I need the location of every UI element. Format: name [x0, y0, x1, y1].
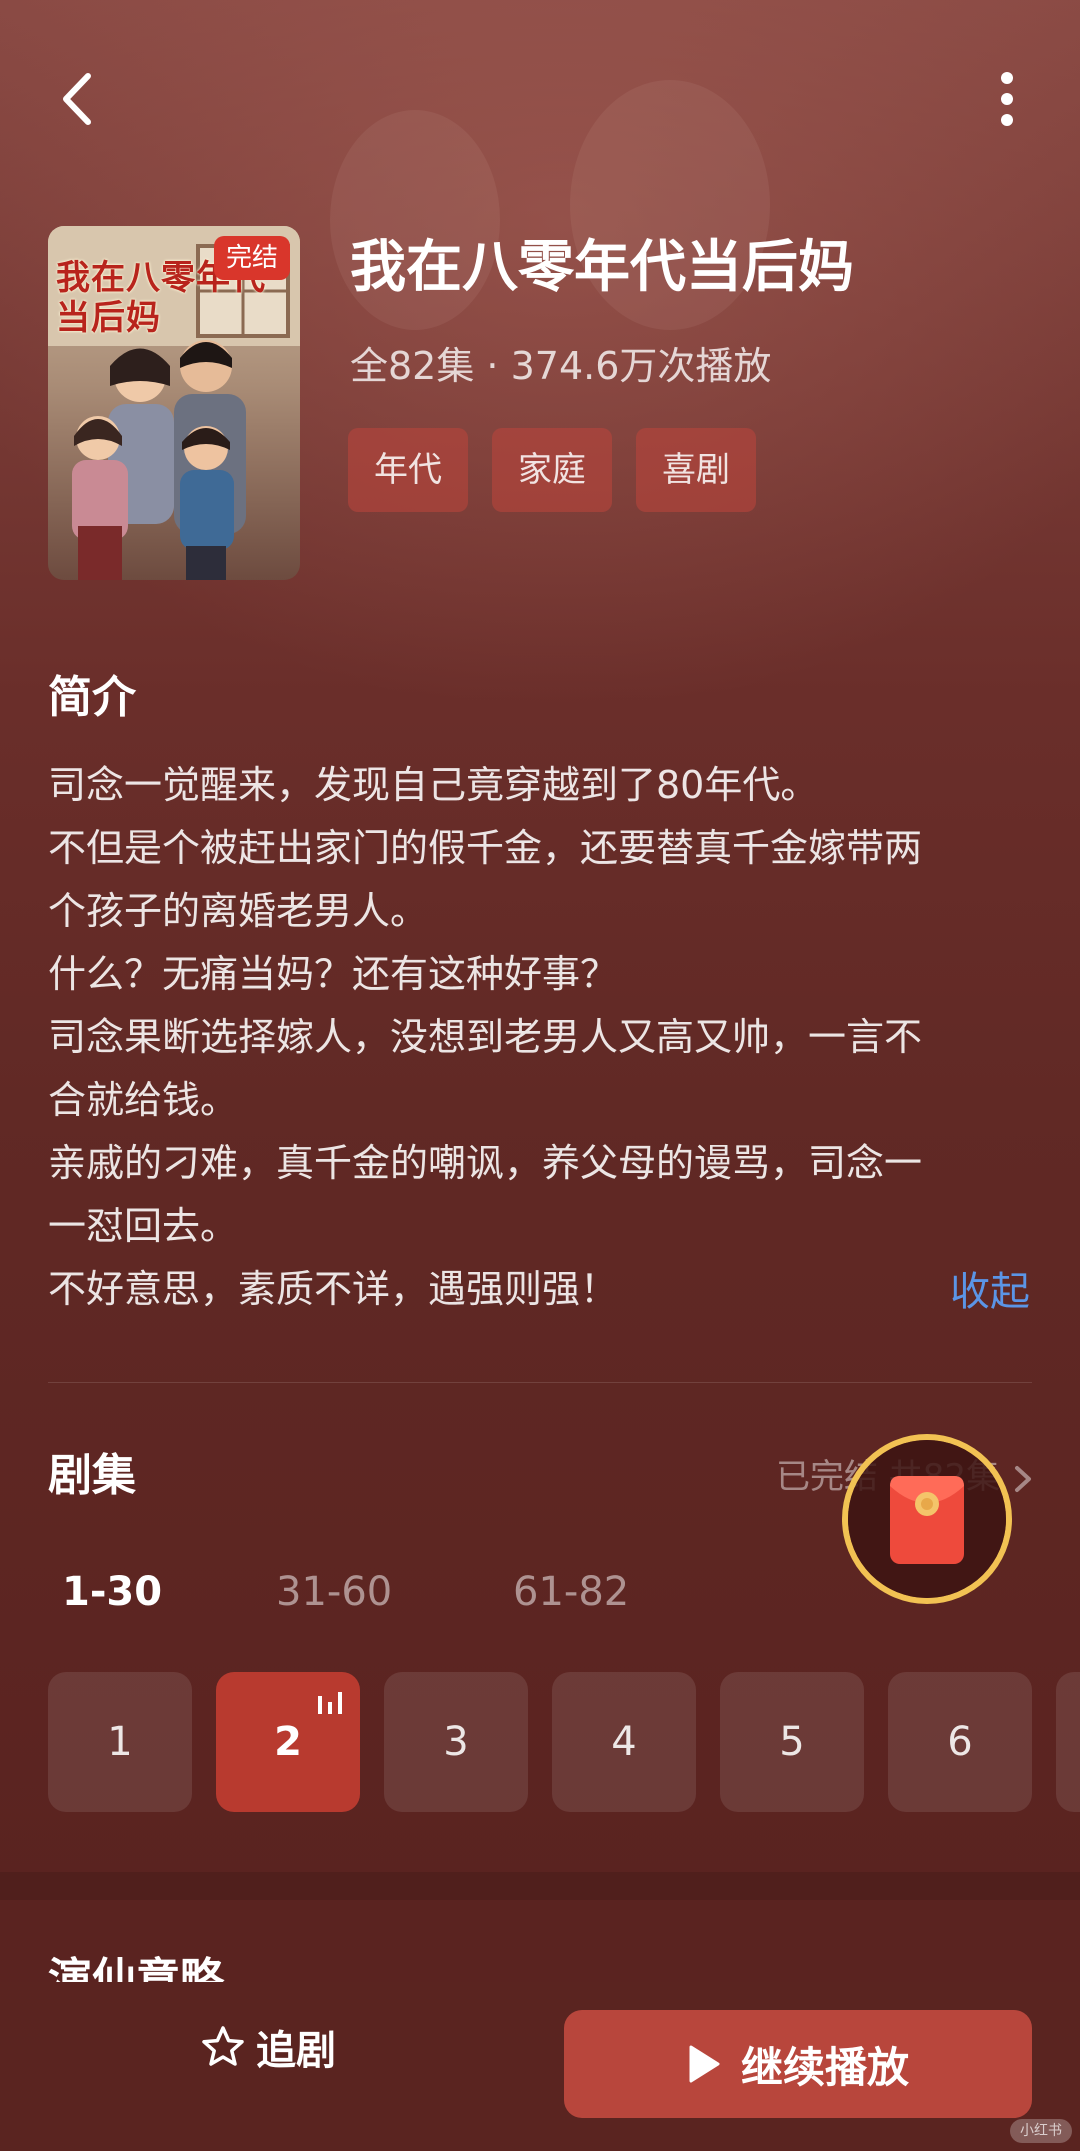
synopsis-line: 合就给钱。	[48, 1078, 239, 1122]
episode-button-3[interactable]: 3	[384, 1672, 528, 1812]
equalizer-icon	[318, 1692, 342, 1714]
next-section-heading: 演仙意略	[48, 1950, 448, 1982]
more-vertical-icon	[1001, 72, 1013, 126]
next-section-title: 演仙意略	[48, 1954, 224, 1982]
show-poster[interactable]: 我在八零年代当后妈 完结	[48, 226, 300, 580]
synopsis-text: 司念一觉醒来，发现自己竟穿越到了80年代。 不但是个被赶出家门的假千金，还要替真…	[48, 754, 1038, 1321]
section-separator-band	[0, 1872, 1080, 1900]
episode-number: 2	[274, 1719, 302, 1765]
show-meta: 全82集 · 374.6万次播放	[350, 344, 772, 388]
episode-button-6[interactable]: 6	[888, 1672, 1032, 1812]
continue-play-button[interactable]: 继续播放	[564, 2010, 1032, 2118]
range-tab-61-82[interactable]: 61-82	[513, 1562, 629, 1622]
synopsis-line: 不好意思，素质不详，遇强则强！	[48, 1267, 619, 1311]
synopsis-line: 一怼回去。	[48, 1204, 239, 1248]
synopsis-line: 亲戚的刁难，真千金的嘲讽，养父母的谩骂，司念一	[48, 1141, 923, 1185]
watermark: 小红书	[1010, 2119, 1072, 2143]
top-bar	[0, 0, 1080, 200]
show-title: 我在八零年代当后妈	[350, 235, 854, 300]
episode-button-2-current[interactable]: 2	[216, 1672, 360, 1812]
red-packet-reward-button[interactable]	[848, 1440, 1006, 1598]
continue-play-label: 继续播放	[740, 2042, 909, 2092]
follow-drama-button[interactable]: 追剧	[200, 2004, 400, 2090]
drama-detail-page: 我在八零年代当后妈 完结 我在八零年代当后妈 全82集 · 374.6万次播放 …	[0, 0, 1080, 2151]
more-options-button[interactable]	[975, 64, 1035, 134]
red-packet-icon	[890, 1476, 964, 1564]
bottom-action-bar: 追剧 继续播放	[0, 1982, 1080, 2151]
star-outline-icon	[202, 2026, 244, 2066]
chevron-right-icon	[1014, 1465, 1031, 1492]
episode-button-4[interactable]: 4	[552, 1672, 696, 1812]
tag-family[interactable]: 家庭	[492, 428, 612, 512]
episodes-heading: 剧集	[48, 1450, 136, 1501]
episode-button-5[interactable]: 5	[720, 1672, 864, 1812]
follow-label: 追剧	[256, 2028, 336, 2074]
synopsis-line: 司念一觉醒来，发现自己竟穿越到了80年代。	[48, 763, 819, 807]
episode-grid: 1 2 3 4 5 6	[48, 1672, 1080, 1812]
synopsis-line: 司念果断选择嫁人，没想到老男人又高又帅，一言不	[48, 1015, 923, 1059]
synopsis-line: 什么？无痛当妈？还有这种好事？	[48, 952, 619, 996]
tag-era[interactable]: 年代	[348, 428, 468, 512]
episode-button-1[interactable]: 1	[48, 1672, 192, 1812]
synopsis-heading: 简介	[48, 672, 136, 723]
genre-tags: 年代 家庭 喜剧	[348, 428, 756, 512]
play-icon	[689, 2045, 720, 2083]
range-tab-31-60[interactable]: 31-60	[276, 1562, 392, 1622]
episode-button-partial[interactable]	[1056, 1672, 1080, 1812]
range-tab-1-30[interactable]: 1-30	[62, 1562, 162, 1622]
synopsis-line: 个孩子的离婚老男人。	[48, 889, 429, 933]
completed-badge: 完结	[213, 236, 290, 280]
back-button[interactable]	[44, 64, 114, 134]
collapse-synopsis-link[interactable]: 收起	[950, 1262, 1030, 1322]
section-divider	[48, 1382, 1032, 1383]
chevron-left-icon	[63, 73, 91, 125]
synopsis-line: 不但是个被赶出家门的假千金，还要替真千金嫁带两	[48, 826, 923, 870]
tag-comedy[interactable]: 喜剧	[636, 428, 756, 512]
